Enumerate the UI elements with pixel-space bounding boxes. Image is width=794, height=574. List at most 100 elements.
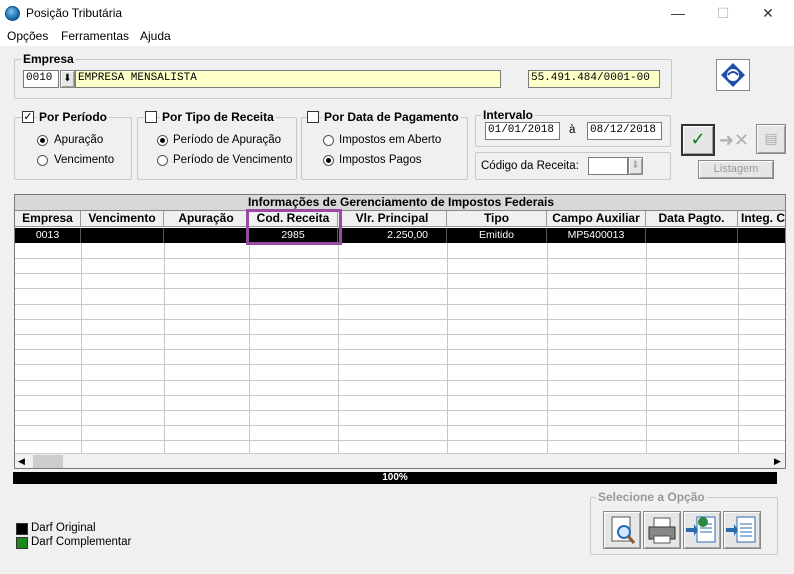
vencimento-label: Vencimento <box>54 154 115 166</box>
grid-row-line <box>15 318 785 320</box>
progress-bar: 100% <box>13 472 777 484</box>
empresa-code-field[interactable]: 0010 <box>23 70 59 88</box>
cell-vencimento[interactable] <box>81 228 164 243</box>
cell-empresa[interactable]: 0013 <box>15 228 81 243</box>
impostos-pagos-radio[interactable] <box>323 155 334 166</box>
grid-row-line <box>15 273 785 275</box>
por-tipo-label: Por Tipo de Receita <box>160 110 276 124</box>
col-tipo[interactable]: Tipo <box>447 211 547 227</box>
listagem-button[interactable]: Listagem <box>698 160 774 179</box>
grid-col-line <box>81 243 82 453</box>
codigo-download-icon[interactable]: ⬇ <box>628 157 643 175</box>
cell-apuracao[interactable] <box>164 228 249 243</box>
col-integ[interactable]: Integ. C <box>738 211 785 227</box>
export-doc-icon[interactable] <box>723 511 761 549</box>
por-tipo-checkbox[interactable] <box>145 111 157 123</box>
interval-separator: à <box>569 124 576 136</box>
clear-x-icon[interactable]: ➜✕ <box>717 127 751 153</box>
scroll-left-icon[interactable]: ◀ <box>18 456 25 467</box>
grid-row-line <box>15 349 785 351</box>
horizontal-scrollbar[interactable]: ◀ ▶ <box>15 453 785 468</box>
impostos-aberto-label: Impostos em Aberto <box>339 134 442 146</box>
grid-col-line <box>738 243 739 453</box>
periodo-vencimento-label: Período de Vencimento <box>173 154 293 166</box>
confirm-check-button[interactable]: ✓ <box>681 124 715 156</box>
col-campo-auxiliar[interactable]: Campo Auxiliar <box>547 211 646 227</box>
maximize-button[interactable]: ☐ <box>714 4 732 22</box>
darf-original-swatch <box>16 523 28 535</box>
por-data-checkbox[interactable] <box>307 111 319 123</box>
por-periodo-group <box>14 117 132 180</box>
cell-data-pagto[interactable] <box>646 228 738 243</box>
intervalo-legend: Intervalo <box>481 108 536 122</box>
grid-row-line <box>15 334 785 335</box>
impostos-aberto-radio[interactable] <box>323 135 334 146</box>
grid-row-line <box>15 288 785 290</box>
app-icon <box>5 6 20 21</box>
col-vlr-principal[interactable]: Vlr. Principal <box>338 211 447 227</box>
grid-row-line <box>15 364 785 366</box>
apuracao-label: Apuração <box>54 134 104 146</box>
grid-row-line <box>15 410 785 411</box>
grid-row-line <box>15 440 785 442</box>
date-from-field[interactable]: 01/01/2018 <box>485 122 560 140</box>
menu-ajuda[interactable]: Ajuda <box>140 29 171 43</box>
impostos-pagos-label: Impostos Pagos <box>339 154 422 166</box>
document-icon[interactable]: ▤ <box>756 124 786 154</box>
close-button[interactable]: ✕ <box>759 4 777 22</box>
cell-tipo[interactable]: Emitido <box>447 228 547 243</box>
grid-row-line <box>15 394 785 396</box>
printer-icon[interactable] <box>643 511 681 549</box>
search-doc-icon[interactable] <box>603 511 641 549</box>
grid-col-line <box>646 243 647 453</box>
grid-col-line <box>447 243 448 453</box>
periodo-vencimento-radio[interactable] <box>157 155 168 166</box>
por-periodo-checkbox[interactable]: ✓ <box>22 111 34 123</box>
periodo-apuracao-label: Período de Apuração <box>173 134 282 146</box>
empresa-legend: Empresa <box>21 52 76 66</box>
grid-title: Informações de Gerenciamento de Impostos… <box>15 195 785 211</box>
grid-row-line <box>15 303 785 305</box>
grid-row-line <box>15 258 785 259</box>
menu-ferramentas[interactable]: Ferramentas <box>61 29 129 43</box>
codigo-receita-field[interactable] <box>588 157 628 175</box>
selecione-legend: Selecione a Opção <box>596 490 707 504</box>
darf-complementar-swatch <box>16 537 28 549</box>
grid-row-line <box>15 379 785 381</box>
col-empresa[interactable]: Empresa <box>15 211 81 227</box>
por-periodo-label: Por Período <box>37 110 110 124</box>
download-arrow-icon[interactable]: ⬇ <box>60 70 75 88</box>
periodo-apuracao-radio[interactable] <box>157 135 168 146</box>
date-to-field[interactable]: 08/12/2018 <box>587 122 662 140</box>
vencimento-radio[interactable] <box>37 155 48 166</box>
grid-col-line <box>338 243 339 453</box>
por-data-group <box>301 117 468 180</box>
col-data-pagto[interactable]: Data Pagto. <box>646 211 738 227</box>
scroll-right-icon[interactable]: ▶ <box>774 456 781 467</box>
grid-col-line <box>547 243 548 453</box>
cell-integ[interactable] <box>738 228 785 243</box>
cod-receita-highlight <box>246 209 342 245</box>
scroll-thumb[interactable] <box>33 455 63 468</box>
grid-col-line <box>164 243 165 453</box>
cell-vlr-principal[interactable]: 2.250,00 <box>338 228 447 243</box>
grid-row-line <box>15 425 785 427</box>
grid-col-line <box>249 243 250 453</box>
cnpj-field: 55.491.484/0001-00 <box>528 70 660 88</box>
grid: Informações de Gerenciamento de Impostos… <box>14 194 786 469</box>
codigo-receita-label: Código da Receita: <box>481 160 579 172</box>
export-web-icon[interactable] <box>683 511 721 549</box>
darf-original-label: Darf Original <box>31 522 96 534</box>
darf-complementar-label: Darf Complementar <box>31 536 132 548</box>
col-vencimento[interactable]: Vencimento <box>81 211 164 227</box>
minimize-button[interactable]: — <box>669 4 687 22</box>
window-title: Posição Tributária <box>26 6 123 20</box>
col-apuracao[interactable]: Apuração <box>164 211 249 227</box>
por-data-label: Por Data de Pagamento <box>322 110 461 124</box>
receita-logo-icon <box>716 59 750 91</box>
menu-opcoes[interactable]: Opções <box>7 29 48 43</box>
apuracao-radio[interactable] <box>37 135 48 146</box>
por-tipo-group <box>137 117 297 180</box>
empresa-name-field[interactable]: EMPRESA MENSALISTA <box>75 70 501 88</box>
cell-campo-auxiliar[interactable]: MP5400013 <box>547 228 646 243</box>
